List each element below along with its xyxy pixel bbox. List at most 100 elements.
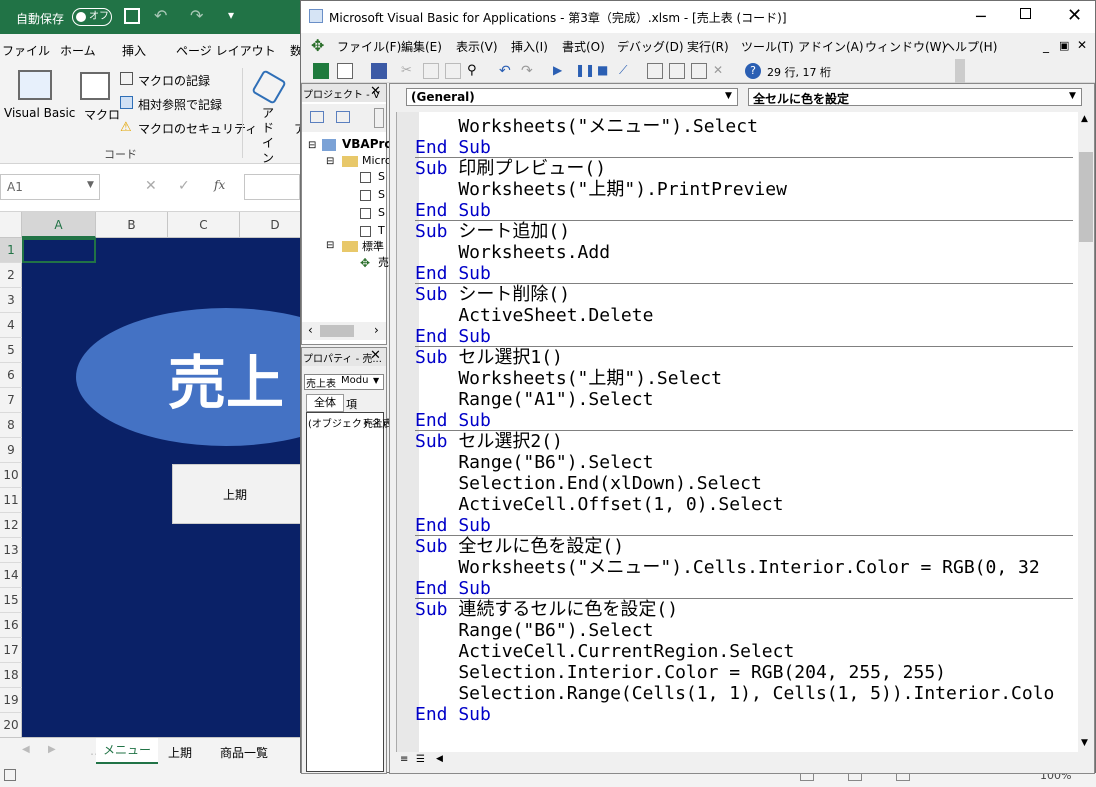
code-line[interactable]: Sub 連続するセルに色を設定() bbox=[415, 599, 678, 620]
macro-icon[interactable] bbox=[80, 72, 110, 100]
row-header[interactable]: 15 bbox=[0, 588, 22, 613]
menu-window[interactable]: ウィンドウ(W) bbox=[865, 38, 946, 55]
code-line[interactable]: ActiveCell.Offset(1, 0).Select bbox=[415, 494, 783, 515]
qat-customize-icon[interactable]: ▾ bbox=[228, 8, 234, 22]
code-line[interactable]: Range("B6").Select bbox=[415, 620, 653, 641]
row-header[interactable]: 2 bbox=[0, 263, 22, 288]
vbe-doc-icon[interactable]: ✥ bbox=[311, 36, 324, 55]
tab-page-layout[interactable]: ページ レイアウト bbox=[176, 42, 276, 59]
scroll-thumb[interactable] bbox=[1079, 152, 1093, 242]
scroll-right-icon[interactable]: ▶ bbox=[48, 744, 56, 755]
row-header[interactable]: 18 bbox=[0, 663, 22, 688]
save-icon[interactable] bbox=[124, 8, 140, 24]
macro-record-status-icon[interactable] bbox=[4, 769, 16, 781]
menu-format[interactable]: 書式(O) bbox=[562, 38, 605, 55]
menu-file[interactable]: ファイル(F) bbox=[337, 38, 401, 55]
help-icon[interactable]: ? bbox=[745, 63, 761, 79]
scroll-up-icon[interactable]: ▲ bbox=[1081, 114, 1088, 124]
scroll-down-icon[interactable]: ▼ bbox=[1081, 738, 1088, 748]
paste-icon[interactable] bbox=[445, 63, 461, 79]
row-header[interactable]: 16 bbox=[0, 613, 22, 638]
addin-button[interactable]: アド イン bbox=[262, 106, 282, 166]
minimize-icon[interactable]: ─ bbox=[976, 7, 986, 26]
column-header-b[interactable]: B bbox=[96, 212, 168, 238]
menu-edit[interactable]: 編集(E) bbox=[401, 38, 442, 55]
code-line[interactable]: End Sub bbox=[415, 410, 491, 431]
break-icon[interactable]: ❚❚ bbox=[575, 63, 595, 79]
code-line[interactable]: Worksheets.Add bbox=[415, 242, 610, 263]
namebox[interactable]: A1 ▼ bbox=[0, 174, 100, 200]
visual-basic-icon[interactable] bbox=[18, 70, 52, 100]
toolbar-overflow[interactable] bbox=[955, 59, 965, 83]
code-line[interactable]: Worksheets("上期").Select bbox=[415, 368, 722, 389]
toolbox-icon[interactable]: ✕ bbox=[713, 63, 729, 79]
function-icon[interactable]: fx bbox=[214, 178, 225, 192]
project-explorer-icon[interactable] bbox=[647, 63, 663, 79]
record-macro-button[interactable]: マクロの記録 bbox=[138, 72, 210, 89]
design-mode-icon[interactable]: ⟋ bbox=[619, 63, 635, 79]
code-vscrollbar[interactable]: ▲ ▼ bbox=[1078, 112, 1094, 752]
row-header[interactable]: 3 bbox=[0, 288, 22, 313]
find-icon[interactable]: ⚲ bbox=[467, 63, 483, 79]
row-header[interactable]: 20 bbox=[0, 713, 22, 738]
run-icon[interactable]: ▶ bbox=[553, 63, 569, 79]
code-line[interactable]: Selection.Range(Cells(1, 1), Cells(1, 5)… bbox=[415, 683, 1054, 704]
code-line[interactable]: ActiveSheet.Delete bbox=[415, 305, 653, 326]
code-line[interactable]: Selection.End(xlDown).Select bbox=[415, 473, 761, 494]
row-header[interactable]: 1 bbox=[0, 238, 22, 263]
code-line[interactable]: Range("B6").Select bbox=[415, 452, 653, 473]
row-header[interactable]: 19 bbox=[0, 688, 22, 713]
close-icon[interactable]: ✕ bbox=[1067, 5, 1082, 26]
child-restore-icon[interactable]: ▣ bbox=[1059, 39, 1069, 52]
code-line[interactable]: Sub セル選択1() bbox=[415, 347, 563, 368]
undo-icon[interactable]: ↶ bbox=[499, 63, 515, 79]
code-line[interactable]: Sub シート追加() bbox=[415, 221, 570, 242]
row-header[interactable]: 10 bbox=[0, 463, 22, 488]
sheet-tab-first-half[interactable]: 上期 bbox=[168, 744, 192, 761]
code-line[interactable]: End Sub bbox=[415, 137, 491, 158]
row-header[interactable]: 12 bbox=[0, 513, 22, 538]
code-line[interactable]: End Sub bbox=[415, 200, 491, 221]
child-close-icon[interactable]: ✕ bbox=[1077, 38, 1087, 52]
code-line[interactable]: Worksheets("メニュー").Cells.Interior.Color … bbox=[415, 557, 1039, 578]
row-header[interactable]: 5 bbox=[0, 338, 22, 363]
properties-window-icon[interactable] bbox=[669, 63, 685, 79]
cut-icon[interactable]: ✂ bbox=[401, 63, 417, 79]
project-close-icon[interactable]: ✕ bbox=[370, 84, 381, 99]
column-header-a[interactable]: A bbox=[22, 212, 96, 238]
cancel-icon[interactable]: ✕ bbox=[145, 178, 157, 194]
code-editor[interactable]: Worksheets("メニュー").Select End Sub Sub 印刷プレ… bbox=[396, 112, 1078, 752]
relative-ref-button[interactable]: 相対参照で記録 bbox=[138, 96, 222, 113]
macro-button[interactable]: マクロ bbox=[84, 106, 120, 123]
code-line[interactable]: ActiveCell.CurrentRegion.Select bbox=[415, 641, 794, 662]
code-line[interactable]: End Sub bbox=[415, 578, 491, 599]
row-header[interactable]: 6 bbox=[0, 363, 22, 388]
menu-run[interactable]: 実行(R) bbox=[687, 38, 729, 55]
row-header[interactable]: 17 bbox=[0, 638, 22, 663]
menu-view[interactable]: 表示(V) bbox=[456, 38, 498, 55]
active-cell-a1[interactable] bbox=[22, 238, 96, 263]
code-line[interactable]: Selection.Interior.Color = RGB(204, 255,… bbox=[415, 662, 946, 683]
code-line[interactable]: Sub 印刷プレビュー() bbox=[415, 158, 606, 179]
code-line[interactable]: Sub シート削除() bbox=[415, 284, 570, 305]
undo-icon[interactable]: ↶ bbox=[154, 6, 167, 25]
row-header[interactable]: 4 bbox=[0, 313, 22, 338]
insert-module-icon[interactable] bbox=[337, 63, 353, 79]
redo-icon[interactable]: ↷ bbox=[521, 63, 537, 79]
row-header[interactable]: 11 bbox=[0, 488, 22, 513]
column-header-c[interactable]: C bbox=[168, 212, 240, 238]
procedure-combo[interactable]: 全セルに色を設定 ▼ bbox=[748, 88, 1082, 106]
addin-icon[interactable] bbox=[251, 69, 287, 105]
code-hscrollbar[interactable]: ≡ ☰ ◀ bbox=[396, 752, 1078, 770]
child-minimize-icon[interactable]: _ bbox=[1043, 39, 1049, 53]
code-line[interactable]: End Sub bbox=[415, 263, 491, 284]
view-excel-icon[interactable] bbox=[313, 63, 329, 79]
scroll-left-icon[interactable]: ◀ bbox=[22, 744, 30, 755]
first-half-button[interactable]: 上期 bbox=[172, 464, 302, 524]
macro-security-button[interactable]: マクロのセキュリティ bbox=[138, 120, 257, 137]
menu-addin[interactable]: アドイン(A) bbox=[798, 38, 864, 55]
maximize-icon[interactable] bbox=[1020, 8, 1031, 19]
row-header[interactable]: 8 bbox=[0, 413, 22, 438]
menu-tools[interactable]: ツール(T) bbox=[741, 38, 794, 55]
code-line[interactable]: End Sub bbox=[415, 326, 491, 347]
